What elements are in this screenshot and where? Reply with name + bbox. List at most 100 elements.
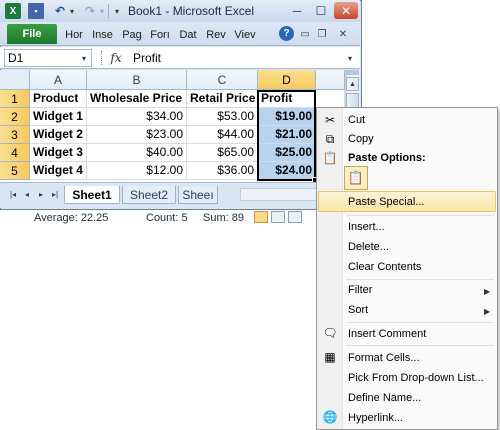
menu-item-cut[interactable]: Cut — [348, 114, 365, 126]
first-sheet-icon[interactable]: |◂ — [7, 188, 19, 200]
formula-bar-separator — [101, 51, 103, 65]
minimize-button[interactable]: ─ — [286, 2, 308, 19]
menu-item-copy[interactable]: Copy — [348, 133, 374, 145]
cell-d5[interactable]: $24.00 — [258, 162, 316, 180]
normal-view-icon[interactable] — [254, 211, 268, 223]
insert-function-icon[interactable]: fx — [106, 49, 126, 67]
cell-b3[interactable]: $23.00 — [87, 126, 187, 144]
cell-b5[interactable]: $12.00 — [87, 162, 187, 180]
menu-separator — [346, 322, 494, 323]
tab-home[interactable]: Hor — [62, 27, 86, 43]
customize-qat-icon[interactable]: ▾ — [112, 3, 122, 19]
cell-d1[interactable]: Profit — [258, 90, 316, 108]
menu-item-define-name[interactable]: Define Name... — [348, 392, 421, 404]
cell-d4[interactable]: $25.00 — [258, 144, 316, 162]
menu-item-insert[interactable]: Insert... — [348, 221, 385, 233]
workbook-restore-icon[interactable]: ❐ — [315, 27, 329, 41]
column-header-c[interactable]: C — [187, 70, 258, 90]
sheet-tab-sheet2[interactable]: Sheet2 — [122, 186, 176, 204]
row-header-5[interactable]: 5 — [0, 162, 30, 180]
excel-logo-icon[interactable]: X — [5, 3, 21, 19]
submenu-arrow-icon: ▶ — [484, 307, 491, 316]
select-all-corner[interactable] — [0, 70, 30, 90]
menu-item-paste-special[interactable]: Paste Special... — [348, 196, 424, 208]
menu-item-pick-from-dropdown[interactable]: Pick From Drop-down List... — [348, 372, 484, 384]
scroll-up-icon[interactable]: ▲ — [346, 77, 359, 91]
status-sum: Sum: 89 — [203, 212, 244, 224]
cell-c3[interactable]: $44.00 — [187, 126, 258, 144]
next-sheet-icon[interactable]: ▸ — [35, 188, 47, 200]
status-average: Average: 22.25 — [34, 212, 109, 224]
row-header-1[interactable]: 1 — [0, 90, 30, 108]
redo-icon[interactable]: ↷ — [82, 3, 98, 19]
menu-item-hyperlink[interactable]: Hyperlink... — [348, 412, 403, 424]
tab-review[interactable]: Rev — [203, 27, 229, 43]
copy-icon: ⧉ — [325, 131, 335, 146]
column-header-d[interactable]: D — [258, 70, 316, 90]
file-tab[interactable]: File — [7, 24, 57, 44]
cell-a5[interactable]: Widget 4 — [30, 162, 87, 180]
comment-icon: 🗨 — [322, 326, 338, 340]
menu-item-format-cells[interactable]: Format Cells... — [348, 352, 420, 364]
cell-a4[interactable]: Widget 3 — [30, 144, 87, 162]
cell-b4[interactable]: $40.00 — [87, 144, 187, 162]
close-button[interactable]: ✕ — [334, 2, 358, 19]
paste-options-header: Paste Options: — [348, 152, 426, 164]
menu-item-insert-comment[interactable]: Insert Comment — [348, 328, 426, 340]
help-icon[interactable]: ? — [279, 26, 294, 41]
paste-icon[interactable]: 📋 — [344, 166, 368, 190]
menu-item-delete[interactable]: Delete... — [348, 241, 389, 253]
workbook-close-icon[interactable]: ✕ — [336, 27, 350, 41]
menu-separator — [346, 215, 494, 216]
redo-dropdown-icon[interactable]: ▾ — [98, 3, 106, 19]
save-icon[interactable]: ▪ — [28, 3, 44, 19]
format-cells-icon: ▦ — [324, 350, 336, 364]
cut-icon: ✂ — [324, 113, 336, 127]
name-box-dropdown-icon[interactable]: ▾ — [78, 50, 90, 66]
window-title: Book1 - Microsoft Excel — [128, 4, 255, 18]
menu-item-filter[interactable]: Filter — [348, 284, 372, 296]
formula-input[interactable]: Profit — [133, 49, 343, 67]
prev-sheet-icon[interactable]: ◂ — [21, 188, 33, 200]
undo-dropdown-icon[interactable]: ▾ — [68, 3, 76, 19]
ribbon-minimize-icon[interactable]: ▭ — [298, 27, 312, 41]
cell-c4[interactable]: $65.00 — [187, 144, 258, 162]
expand-formula-bar-icon[interactable]: ▾ — [344, 52, 356, 64]
tab-page-layout[interactable]: Pag — [119, 27, 145, 43]
hyperlink-icon: 🌐 — [322, 410, 338, 424]
row-header-2[interactable]: 2 — [0, 108, 30, 126]
page-break-view-icon[interactable] — [288, 211, 302, 223]
column-header-a[interactable]: A — [30, 70, 87, 90]
column-header-e[interactable] — [316, 70, 345, 90]
row-header-3[interactable]: 3 — [0, 126, 30, 144]
maximize-button[interactable]: ☐ — [310, 2, 332, 19]
sheet-tab-sheet1[interactable]: Sheet1 — [64, 186, 120, 204]
qat-separator — [108, 4, 109, 18]
status-count: Count: 5 — [146, 212, 188, 224]
menu-item-sort[interactable]: Sort — [348, 304, 368, 316]
cell-c2[interactable]: $53.00 — [187, 108, 258, 126]
undo-icon[interactable]: ↶ — [52, 3, 68, 19]
cell-a3[interactable]: Widget 2 — [30, 126, 87, 144]
cell-c5[interactable]: $36.00 — [187, 162, 258, 180]
last-sheet-icon[interactable]: ▸| — [49, 188, 61, 200]
menu-item-clear-contents[interactable]: Clear Contents — [348, 261, 421, 273]
cell-e1[interactable] — [316, 90, 345, 108]
cell-c1[interactable]: Retail Price — [187, 90, 258, 108]
sheet-tab-sheet3[interactable]: Sheeı — [178, 186, 218, 204]
cell-a1[interactable]: Product — [30, 90, 87, 108]
cell-a2[interactable]: Widget 1 — [30, 108, 87, 126]
tab-insert[interactable]: Inse — [89, 27, 116, 43]
column-header-b[interactable]: B — [87, 70, 187, 90]
cell-b2[interactable]: $34.00 — [87, 108, 187, 126]
row-header-4[interactable]: 4 — [0, 144, 30, 162]
cell-b1[interactable]: Wholesale Price — [87, 90, 187, 108]
tab-formulas[interactable]: Forı — [147, 27, 173, 43]
split-handle[interactable] — [346, 70, 359, 75]
cell-d3[interactable]: $21.00 — [258, 126, 316, 144]
tab-data[interactable]: Dat — [176, 27, 200, 43]
page-layout-view-icon[interactable] — [271, 211, 285, 223]
cell-d2[interactable]: $19.00 — [258, 108, 316, 126]
tab-view[interactable]: Viev — [231, 27, 259, 43]
paste-options-icon: 📋 — [322, 151, 338, 165]
